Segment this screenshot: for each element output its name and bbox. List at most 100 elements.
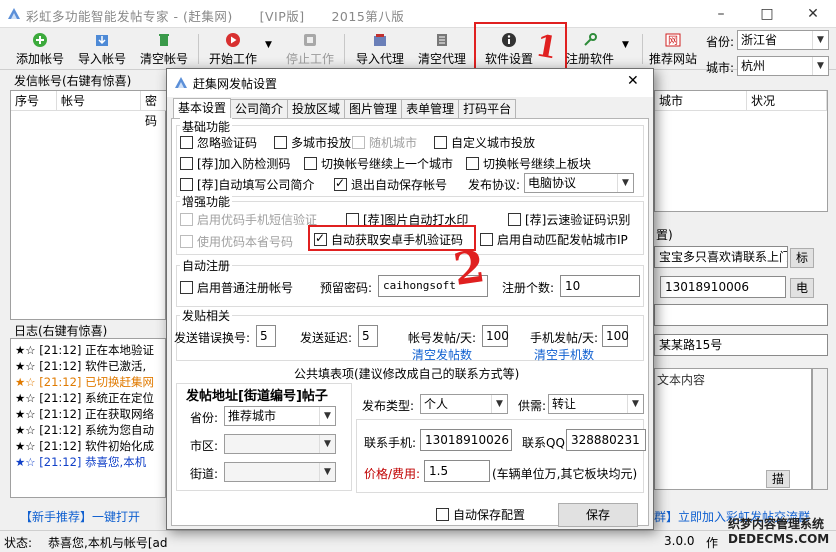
chevron-down-icon: ▼ [812, 31, 828, 49]
addr-district-select[interactable]: ▼ [224, 434, 336, 454]
col-header-index[interactable]: 序号 [11, 91, 57, 111]
content-scrollbar[interactable] [812, 368, 828, 490]
tab-images[interactable]: 图片管理 [344, 99, 403, 119]
qq-input[interactable]: 328880231 [566, 429, 646, 451]
per-phone-stepper[interactable]: 100 [602, 325, 629, 347]
import-account-label: 导入帐号 [77, 52, 126, 66]
cloud-captcha-checkbox[interactable]: [荐]云速验证码识别 [508, 211, 630, 228]
toolbar-separator [198, 34, 199, 64]
tab-company[interactable]: 公司简介 [230, 99, 289, 119]
extra-input-bg[interactable] [654, 304, 828, 326]
addr-province-value: 推荐城市 [228, 409, 277, 423]
accounts-title: 发信帐号(右键有惊喜) [14, 74, 132, 88]
delay-stepper[interactable]: 5 [358, 325, 378, 347]
register-software-button[interactable]: 注册软件 [566, 30, 614, 68]
addr-province-select[interactable]: 推荐城市 ▼ [224, 406, 336, 426]
col-header-status[interactable]: 状况 [747, 91, 827, 111]
promo-site-button[interactable]: 网 推荐网站 [648, 30, 698, 68]
auto-save-config-checkbox[interactable]: 自动保存配置 [436, 506, 525, 523]
tab-captcha[interactable]: 打码平台 [458, 99, 517, 119]
stop-icon [304, 34, 316, 46]
multi-city-checkbox[interactable]: 多城市投放 [274, 134, 351, 151]
protocol-select[interactable]: 电脑协议 ▼ [524, 173, 634, 193]
province-value: 浙江省 [741, 33, 778, 47]
import-account-button[interactable]: 导入帐号 [72, 30, 132, 68]
accounts-table[interactable]: 序号 帐号 密码 [10, 90, 167, 320]
import-proxy-icon [374, 34, 386, 46]
log-title: 日志(右键有惊喜) [14, 324, 108, 338]
normal-reg-checkbox[interactable]: 启用普通注册帐号 [180, 279, 293, 296]
software-settings-button[interactable]: 软件设置 [478, 30, 540, 68]
newbie-link[interactable]: 【新手推荐】一键打开 [20, 508, 140, 525]
tab-basic[interactable]: 基本设置 [173, 98, 232, 120]
col-header-city[interactable]: 城市 [655, 91, 747, 111]
log-line: ★☆ [21:12] 系统正在定位 [15, 391, 155, 405]
window-title: 彩虹多功能智能发帖专家 - (赶集网) [VIP版] 2015第八版 [26, 9, 405, 24]
minimize-button[interactable]: – [698, 0, 744, 28]
clear-proxy-button[interactable]: 清空代理 [412, 30, 472, 68]
phone-input[interactable]: 13018910026 [420, 429, 512, 451]
reg-count-input[interactable]: 10 [560, 275, 640, 297]
auto-save-exit-checkbox[interactable]: 退出自动保存帐号 [334, 176, 447, 193]
start-work-button[interactable]: 开始工作 [204, 30, 262, 68]
supply-select[interactable]: 转让 ▼ [548, 394, 644, 414]
phone-button-bg[interactable]: 电 [790, 278, 814, 298]
right-section-title: 置) [656, 228, 673, 242]
col-header-account[interactable]: 帐号 [57, 91, 141, 111]
anti-detect-checkbox[interactable]: [荐]加入防检测码 [180, 155, 290, 172]
clear-proxy-label: 清空代理 [417, 52, 466, 66]
price-input[interactable]: 1.5 [424, 460, 490, 482]
dialog-title-bar: 赶集网发帖设置 ✕ [167, 69, 653, 97]
svg-text:网: 网 [668, 35, 678, 47]
address-group-title: 发帖地址[街道编号]帖子 [184, 385, 330, 404]
per-account-stepper[interactable]: 100 [482, 325, 509, 347]
import-icon [96, 35, 108, 46]
addr-street-select[interactable]: ▼ [224, 462, 336, 482]
dialog-title: 赶集网发帖设置 [193, 77, 278, 91]
supply-value: 转让 [552, 397, 577, 411]
addr-province-label: 省份: [190, 411, 219, 425]
android-code-checkbox[interactable]: 自动获取安卓手机验证码 [314, 231, 463, 248]
start-work-dropdown-icon[interactable]: ▼ [265, 40, 272, 50]
accounts-table-right[interactable]: 城市 状况 [654, 90, 828, 212]
tab-forms[interactable]: 表单管理 [401, 99, 460, 119]
auto-company-checkbox[interactable]: [荐]自动填写公司简介 [180, 176, 314, 193]
toolbar-separator [642, 34, 643, 64]
clear-phones-link[interactable]: 清空手机数 [534, 346, 594, 363]
switch-prev-city-checkbox[interactable]: 切换帐号继续上一个城市 [304, 155, 453, 172]
status-label: 状态: [4, 536, 33, 550]
address-input-bg[interactable]: 某某路15号 [654, 334, 828, 356]
tab-strip: 基本设置 公司简介 投放区域 图片管理 表单管理 打码平台 [173, 98, 517, 120]
log-line: ★☆ [21:12] 正在获取网络 [15, 407, 155, 421]
tab-region[interactable]: 投放区域 [287, 99, 346, 119]
register-dropdown-icon[interactable]: ▼ [622, 40, 629, 50]
col-header-password[interactable]: 密码 [141, 91, 167, 128]
dialog-close-button[interactable]: ✕ [627, 73, 639, 89]
custom-city-checkbox[interactable]: 自定义城市投放 [434, 134, 535, 151]
import-proxy-button[interactable]: 导入代理 [350, 30, 410, 68]
content-placeholder: 文本内容 [657, 373, 706, 387]
clear-account-button[interactable]: 清空帐号 [134, 30, 194, 68]
ad-text-input[interactable]: 宝宝多只喜欢请联系上门 [654, 246, 788, 268]
desc-button[interactable]: 描 [766, 470, 790, 488]
app-logo-icon [175, 77, 187, 88]
err-switch-stepper[interactable]: 5 [256, 325, 276, 347]
province-select[interactable]: 浙江省 ▼ [737, 30, 829, 50]
chevron-down-icon: ▼ [627, 395, 643, 413]
match-ip-checkbox[interactable]: 启用自动匹配发帖城市IP [480, 231, 628, 248]
save-button[interactable]: 保存 [558, 503, 638, 527]
add-account-button[interactable]: 添加帐号 [10, 30, 70, 68]
chevron-down-icon: ▼ [319, 463, 335, 481]
close-button[interactable]: ✕ [790, 0, 836, 28]
clear-posts-link[interactable]: 清空发帖数 [412, 346, 472, 363]
log-list[interactable]: ★☆ [21:12] 正在本地验证 ★☆ [21:12] 软件已激活, ★☆ [… [10, 338, 166, 498]
ad-text-button[interactable]: 标 [790, 248, 814, 268]
phone-input-bg[interactable]: 13018910006 [660, 276, 786, 298]
add-account-label: 添加帐号 [15, 52, 64, 66]
city-select[interactable]: 杭州 ▼ [737, 56, 829, 76]
maximize-button[interactable]: □ [744, 0, 790, 28]
post-type-select[interactable]: 个人 ▼ [420, 394, 508, 414]
city-value: 杭州 [741, 59, 766, 73]
ignore-captcha-checkbox[interactable]: 忽略验证码 [180, 134, 257, 151]
switch-prev-board-checkbox[interactable]: 切换帐号继续上板块 [466, 155, 591, 172]
